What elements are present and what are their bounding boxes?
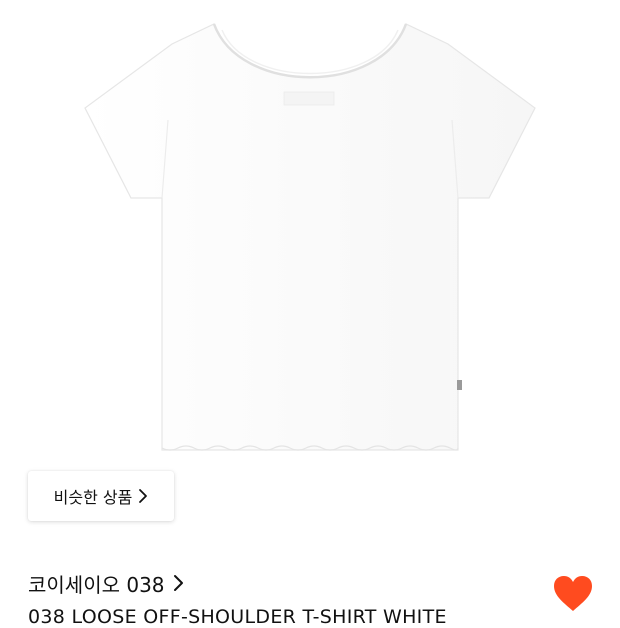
similar-products-button[interactable]: 비슷한 상품 (28, 471, 174, 521)
chevron-right-icon (173, 574, 184, 592)
chevron-right-icon (138, 488, 148, 504)
similar-products-label: 비슷한 상품 (53, 488, 133, 507)
product-title: 038 LOOSE OFF-SHOULDER T-SHIRT WHITE (28, 606, 447, 628)
product-image (84, 23, 536, 451)
brand-name: 코이세이오 038 (28, 572, 165, 597)
brand-link[interactable]: 코이세이오 038 (28, 568, 184, 598)
